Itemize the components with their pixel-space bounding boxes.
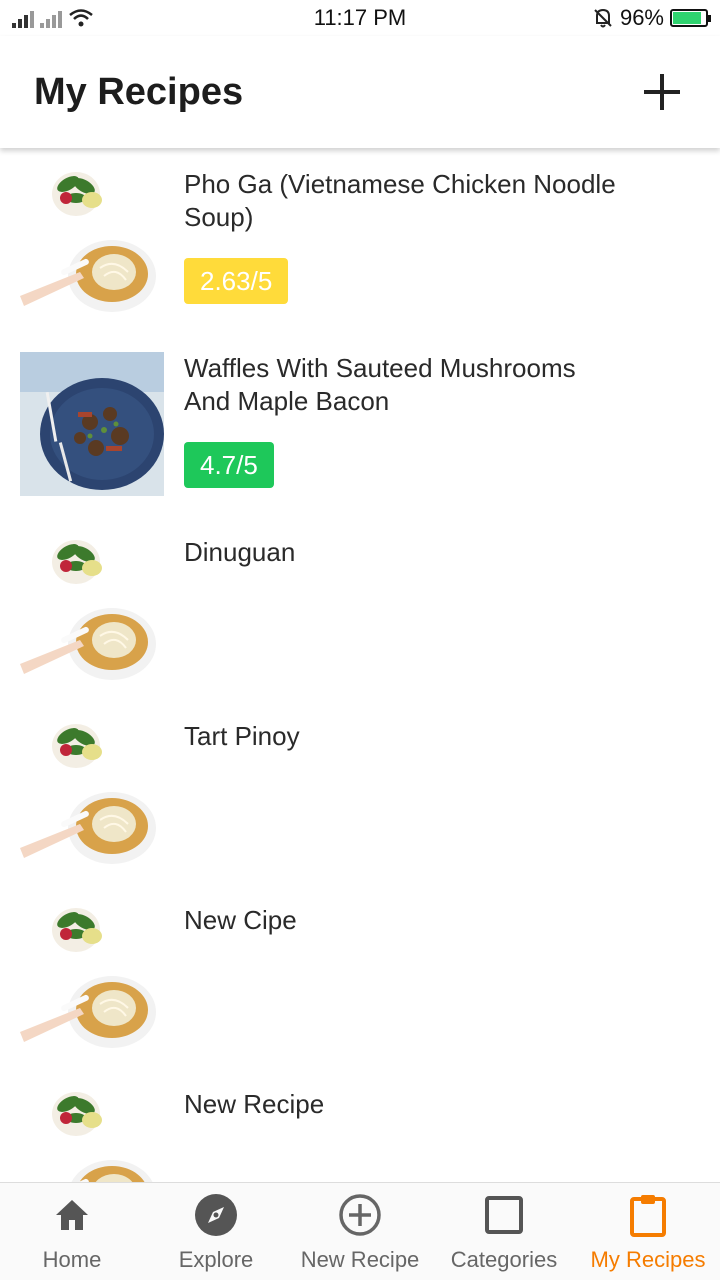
bottom-navigation: Home Explore New Recipe Categories My Re… — [0, 1182, 720, 1280]
recipe-thumbnail — [20, 720, 164, 864]
add-recipe-button[interactable] — [638, 68, 686, 116]
add-circle-icon — [338, 1193, 382, 1237]
status-time: 11:17 PM — [313, 5, 407, 30]
recipe-thumbnail — [20, 904, 164, 1048]
nav-home[interactable]: Home — [0, 1183, 144, 1280]
recipe-item[interactable]: Pho Ga (Vietnamese Chicken Noodle Soup) … — [0, 148, 720, 332]
recipe-title: Waffles With Sauteed Mushrooms And Maple… — [184, 353, 576, 416]
recipe-thumbnail — [20, 1088, 164, 1182]
status-bar: 11:17 PM 96% — [0, 0, 720, 36]
nav-new-recipe-label: New Recipe — [300, 1247, 420, 1272]
recipe-item[interactable]: New Recipe — [0, 1068, 720, 1182]
recipe-title: Tart Pinoy — [184, 721, 300, 751]
recipe-item[interactable]: Waffles With Sauteed Mushrooms And Maple… — [0, 332, 720, 516]
compass-icon — [194, 1193, 238, 1237]
recipe-title: New Cipe — [184, 905, 297, 935]
recipe-title: New Recipe — [184, 1089, 325, 1119]
nav-explore[interactable]: Explore — [144, 1183, 288, 1280]
recipe-thumbnail — [20, 168, 164, 312]
nav-categories[interactable]: Categories — [432, 1183, 576, 1280]
nav-categories-label: Categories — [450, 1247, 558, 1272]
recipe-item[interactable]: Dinuguan — [0, 516, 720, 700]
recipe-title: Dinuguan — [184, 537, 296, 567]
recipe-item[interactable]: Tart Pinoy — [0, 700, 720, 884]
rating-badge: 2.63/5 — [184, 258, 289, 304]
page-title: My Recipes — [34, 70, 244, 113]
recipe-thumbnail — [20, 352, 164, 496]
nav-home-label: Home — [42, 1247, 102, 1272]
recipe-item[interactable]: New Cipe — [0, 884, 720, 1068]
battery-icon — [670, 9, 711, 27]
home-icon — [50, 1193, 94, 1237]
rating-badge: 4.7/5 — [184, 442, 274, 488]
clipboard-icon — [626, 1193, 670, 1237]
square-icon — [482, 1193, 526, 1237]
recipe-title: Pho Ga (Vietnamese Chicken Noodle Soup) — [184, 169, 616, 232]
recipe-thumbnail — [20, 536, 164, 680]
nav-explore-label: Explore — [178, 1247, 254, 1272]
recipe-list[interactable]: Pho Ga (Vietnamese Chicken Noodle Soup) … — [0, 148, 720, 1182]
nav-new-recipe[interactable]: New Recipe — [288, 1183, 432, 1280]
app-bar: My Recipes — [0, 36, 720, 148]
nav-my-recipes-label: My Recipes — [590, 1247, 706, 1272]
nav-my-recipes[interactable]: My Recipes — [576, 1183, 720, 1280]
